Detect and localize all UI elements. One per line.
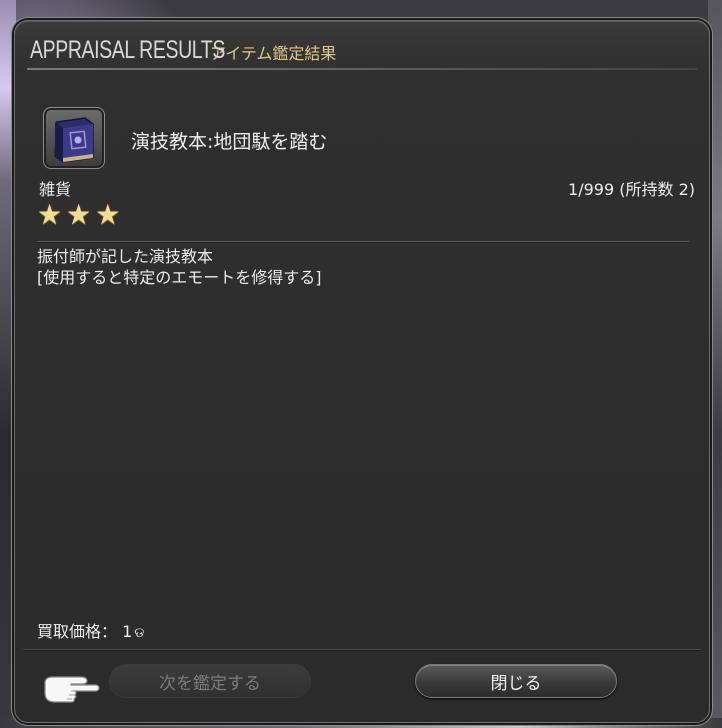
item-description: 振付師が記した演技教本 [使用すると特定のエモートを修得する]	[37, 246, 322, 288]
star-icon: ★	[66, 198, 92, 231]
item-name: 演技教本:地団駄を踏む	[131, 131, 328, 153]
item-category: 雑貨	[39, 180, 72, 199]
appraisal-results-window: APPRAISAL RESULTS アイテム鑑定結果 演技教本:地団駄を踏む 雑…	[14, 20, 710, 723]
price-label: 買取価格：	[37, 622, 118, 641]
hand-pointer-icon	[41, 667, 103, 707]
window-subtitle: アイテム鑑定結果	[210, 44, 337, 63]
price-value: 1	[122, 622, 133, 641]
title-bar[interactable]: APPRAISAL RESULTS アイテム鑑定結果	[15, 21, 709, 69]
footer-divider	[23, 649, 701, 651]
star-icon: ★	[37, 198, 63, 231]
window-title: APPRAISAL RESULTS	[30, 36, 225, 64]
title-divider	[27, 68, 697, 70]
rating-stars: ★ ★ ★	[37, 201, 120, 229]
description-line: [使用すると特定のエモートを修得する]	[37, 268, 322, 287]
star-icon: ★	[95, 198, 121, 231]
background-scenery-right	[708, 0, 722, 728]
close-button[interactable]: 閉じる	[415, 664, 617, 698]
sell-price: 買取価格： 1ଡ	[37, 618, 145, 642]
appraise-next-button[interactable]: 次を鑑定する	[109, 664, 311, 698]
book-icon[interactable]	[43, 107, 105, 169]
description-line: 振付師が記した演技教本	[37, 247, 214, 266]
item-stock-count: 1/999 (所持数 2)	[568, 180, 695, 199]
gil-icon: ଡ	[134, 625, 145, 641]
description-divider	[37, 241, 689, 243]
